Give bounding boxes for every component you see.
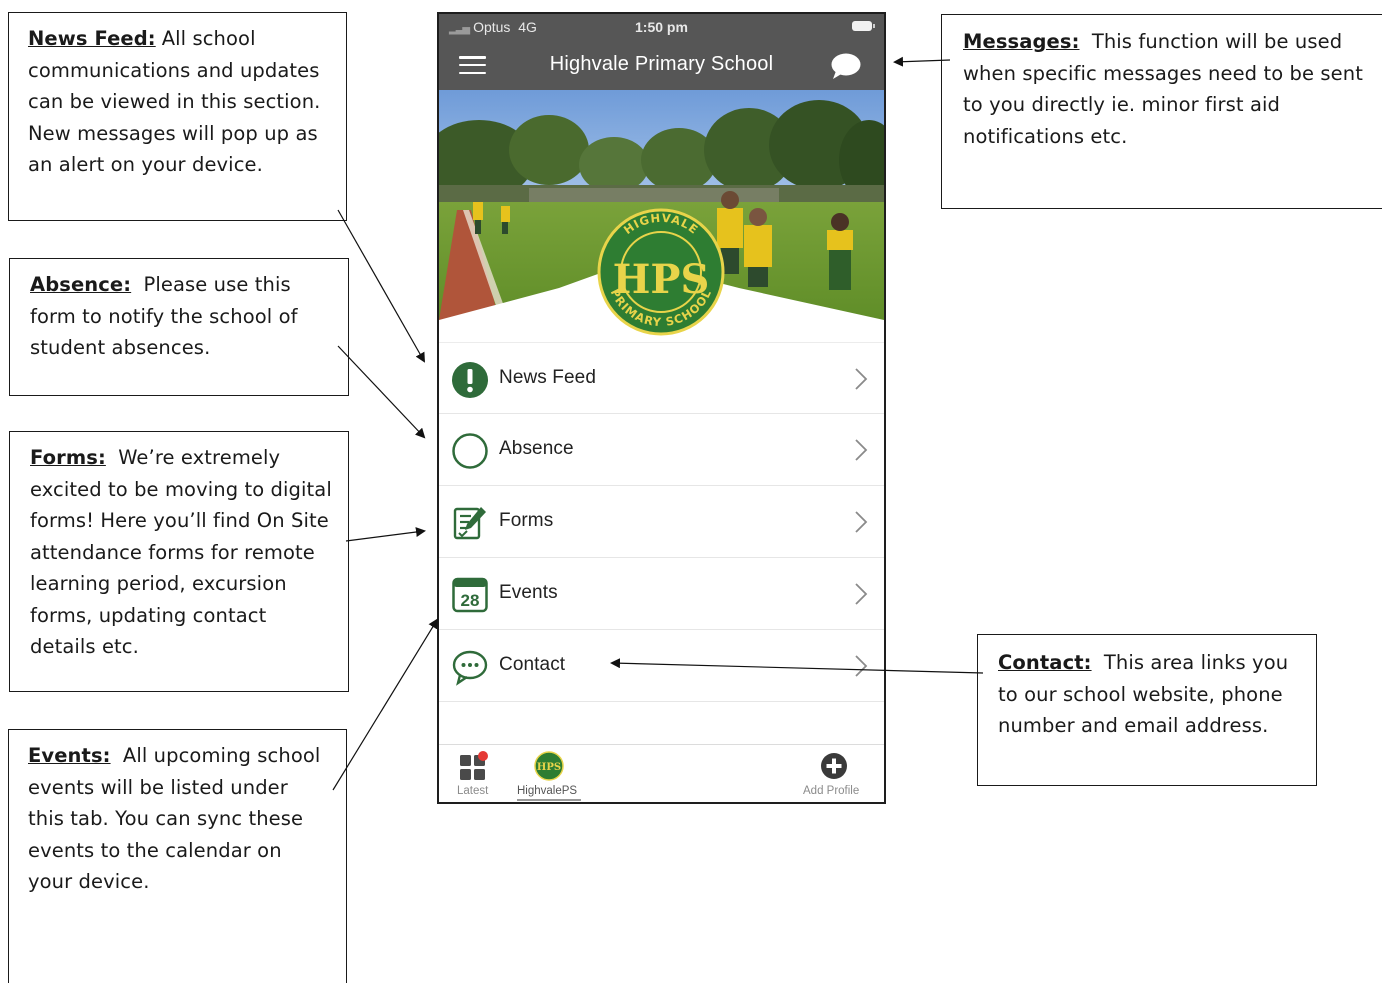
callout-messages: Messages: This function will be used whe… (941, 14, 1382, 209)
school-logo-icon: HPS (534, 751, 564, 781)
annotated-screenshot: News Feed: All school communications and … (0, 0, 1382, 983)
nav-bar: Highvale Primary School (439, 40, 884, 90)
school-photo: HPS HIGHVALE PRIMARY SCHOOL (439, 90, 884, 342)
chevron-right-icon (855, 583, 868, 605)
arrow-news-feed (337, 209, 425, 363)
menu-item-contact[interactable]: Contact (439, 630, 884, 702)
calendar-day: 28 (461, 591, 480, 610)
menu-item-absence[interactable]: Absence (439, 414, 884, 486)
speech-bubble-dots-icon (452, 650, 488, 686)
menu-item-forms[interactable]: Forms (439, 486, 884, 558)
callout-events: Events: All upcoming school events will … (8, 729, 347, 983)
status-time: 1:50 pm (635, 19, 688, 35)
carrier-info: ▂▃▅ Optus 4G (449, 19, 537, 35)
chevron-right-icon (855, 439, 868, 461)
chevron-right-icon (855, 655, 868, 677)
carrier-name: Optus (473, 19, 511, 35)
menu-item-news-feed[interactable]: News Feed (439, 342, 884, 414)
arrow-absence (337, 345, 426, 439)
phone-screen: ▂▃▅ Optus 4G 1:50 pm Highvale Primary Sch… (437, 12, 886, 804)
main-menu: News Feed Absence Forms 28 Events Contac… (439, 342, 884, 702)
callout-heading: News Feed: (28, 27, 156, 50)
plus-circle-icon (821, 753, 847, 779)
menu-item-events[interactable]: 28 Events (439, 558, 884, 630)
chat-bubble-icon[interactable] (830, 52, 862, 80)
tab-label: Add Profile (803, 785, 860, 797)
app-title: Highvale Primary School (549, 53, 774, 75)
hero-banner: HPS HIGHVALE PRIMARY SCHOOL (439, 90, 884, 342)
callout-heading: Contact: (998, 651, 1092, 674)
arrow-forms (345, 527, 426, 542)
menu-item-label: Contact (499, 654, 566, 675)
status-bar: ▂▃▅ Optus 4G 1:50 pm (439, 14, 884, 40)
callout-heading: Absence: (30, 273, 132, 296)
chevron-right-icon (855, 368, 868, 390)
callout-heading: Forms: (30, 446, 106, 469)
circle-outline-icon (452, 433, 488, 469)
battery-icon (852, 21, 875, 31)
callout-heading: Events: (28, 744, 111, 767)
grid-icon (460, 751, 488, 780)
notification-badge (478, 751, 488, 761)
callout-heading: Messages: (963, 30, 1080, 53)
chevron-right-icon (855, 511, 868, 533)
svg-text:HPS: HPS (537, 762, 561, 773)
callout-forms: Forms: We’re extremely excited to be mov… (9, 431, 349, 692)
school-logo: HPS HIGHVALE PRIMARY SCHOOL (597, 208, 725, 336)
form-edit-icon (453, 507, 486, 540)
callout-contact: Contact: This area links you to our scho… (977, 634, 1317, 786)
tab-label: Latest (457, 785, 489, 797)
network-type: 4G (518, 19, 537, 35)
tab-bar: Latest HPS HighvalePS Add Profile (439, 744, 884, 802)
tab-label: HighvalePS (517, 785, 578, 797)
callout-body: We’re extremely excited to be moving to … (30, 446, 332, 658)
menu-item-label: Events (499, 582, 558, 603)
calendar-icon: 28 (452, 577, 488, 613)
menu-item-label: Absence (499, 438, 574, 459)
callout-news-feed: News Feed: All school communications and … (8, 12, 347, 221)
signal-icon: ▂▃▅ (449, 24, 470, 35)
logo-center-text: HPS (613, 256, 710, 303)
menu-item-label: News Feed (499, 367, 596, 388)
menu-item-label: Forms (499, 510, 554, 531)
exclamation-circle-icon (452, 362, 488, 398)
callout-absence: Absence: Please use this form to notify … (9, 258, 349, 396)
active-tab-indicator (517, 799, 581, 801)
